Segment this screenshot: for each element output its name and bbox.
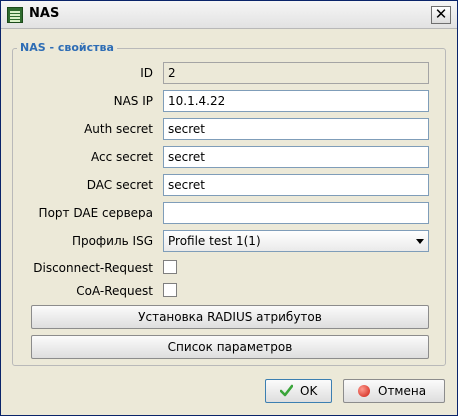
dae-port-input[interactable] [163, 202, 429, 224]
nas-app-icon [7, 7, 23, 23]
ok-button[interactable]: OK [265, 379, 332, 403]
coa-request-label: CoA-Request [76, 284, 153, 298]
radius-attributes-button[interactable]: Установка RADIUS атрибутов [31, 305, 429, 329]
isg-profile-selected: Profile test 1(1) [168, 234, 261, 248]
cancel-icon [358, 385, 370, 397]
close-icon: ✕ [434, 5, 448, 23]
window-title: NAS [29, 6, 60, 21]
disconnect-request-label: Disconnect-Request [33, 261, 153, 275]
parameters-list-button[interactable]: Список параметров [31, 335, 429, 359]
cancel-button[interactable]: Отмена [343, 379, 445, 403]
id-field: 2 [163, 62, 429, 84]
dac-secret-input[interactable]: secret [163, 174, 429, 196]
auth-secret-input[interactable]: secret [163, 118, 429, 140]
ok-button-label: OK [300, 384, 318, 398]
title-bar[interactable]: NAS ✕ [1, 1, 457, 29]
auth-secret-label: Auth secret [84, 122, 153, 136]
close-button[interactable]: ✕ [431, 6, 451, 24]
coa-request-checkbox[interactable] [163, 283, 177, 297]
isg-profile-select[interactable]: Profile test 1(1) [163, 230, 429, 252]
isg-profile-label: Профиль ISG [71, 234, 153, 248]
check-icon [280, 384, 293, 397]
acc-secret-label: Acc secret [91, 150, 153, 164]
disconnect-request-checkbox[interactable] [163, 260, 177, 274]
dae-port-label: Порт DAE сервера [38, 206, 153, 220]
id-label: ID [140, 66, 153, 80]
nas-ip-input[interactable]: 10.1.4.22 [163, 90, 429, 112]
acc-secret-input[interactable]: secret [163, 146, 429, 168]
nas-ip-label: NAS IP [113, 94, 153, 108]
group-title: NAS - свойства [17, 41, 117, 54]
cancel-button-label: Отмена [378, 384, 427, 398]
chevron-down-icon [416, 239, 424, 244]
dac-secret-label: DAC secret [86, 178, 153, 192]
nas-dialog-window: NAS ✕ NAS - свойства ID 2 NAS IP 10.1.4.… [0, 0, 458, 416]
